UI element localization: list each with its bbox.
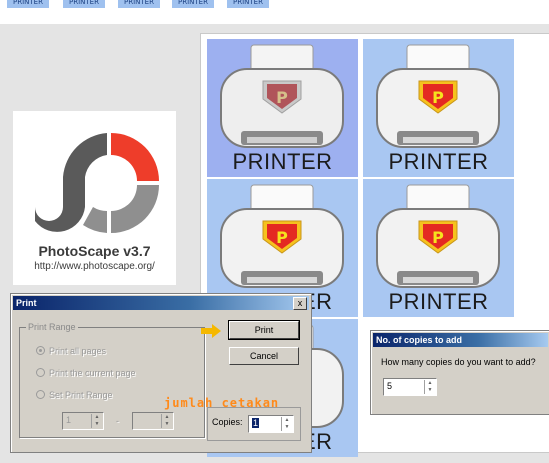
range-separator: - xyxy=(116,416,119,426)
arrow-right-icon xyxy=(201,324,221,338)
copies-label: Copies: xyxy=(212,417,243,427)
thumbnail[interactable]: PRINTER xyxy=(118,0,160,8)
copies-stepper[interactable]: 1 ▲ ▼ xyxy=(248,415,294,433)
tile-label: PRINTER xyxy=(232,149,333,174)
cancel-button[interactable]: Cancel xyxy=(229,347,299,365)
photoscape-logo-icon xyxy=(35,133,159,233)
copies-group: Copies: 1 ▲ ▼ xyxy=(207,407,301,441)
print-range-group: Print Range Print all pages Print the cu… xyxy=(19,322,205,438)
svg-text:P: P xyxy=(432,228,444,247)
spin-arrows-icon[interactable]: ▲ ▼ xyxy=(91,414,102,428)
tile-label: PRINTER xyxy=(388,289,489,314)
svg-text:P: P xyxy=(276,228,288,247)
copies-dialog-titlebar: No. of copies to add xyxy=(373,333,548,347)
print-range-label: Print Range xyxy=(26,322,78,332)
radio-dot xyxy=(36,368,45,377)
radio-print-all[interactable]: Print all pages xyxy=(36,346,106,356)
copies-dialog-title: No. of copies to add xyxy=(376,335,463,345)
radio-set-range[interactable]: Set Print Range xyxy=(36,390,113,400)
close-button[interactable]: x xyxy=(293,297,307,310)
tile-label: PRINTER xyxy=(388,149,489,174)
app-name: PhotoScape v3.7 xyxy=(38,243,151,259)
annotation-label: jumlah cetakan xyxy=(164,396,280,410)
print-dialog: Print x Print Range Print all pages Prin… xyxy=(10,293,312,453)
printer-tile[interactable]: P PRINTER xyxy=(363,39,514,177)
app-url: http://www.photoscape.org/ xyxy=(34,261,155,272)
range-from-stepper[interactable]: 1 ▲ ▼ xyxy=(62,412,104,430)
spin-arrows-icon[interactable]: ▲ ▼ xyxy=(161,414,172,428)
range-to-stepper[interactable]: ▲ ▼ xyxy=(132,412,174,430)
print-button[interactable]: Print xyxy=(228,320,300,340)
radio-print-current[interactable]: Print the current page xyxy=(36,368,136,378)
photoscape-logo: PhotoScape v3.7 http://www.photoscape.or… xyxy=(13,111,176,285)
svg-text:P: P xyxy=(432,88,444,107)
spin-arrows-icon[interactable]: ▲ ▼ xyxy=(281,417,292,431)
copies-question: How many copies do you want to add? xyxy=(381,357,536,367)
print-dialog-title: Print xyxy=(16,298,37,308)
thumbnail[interactable]: PRINTER xyxy=(172,0,214,8)
copies-add-stepper[interactable]: 5 ▲ ▼ xyxy=(383,378,437,396)
radio-dot xyxy=(36,390,45,399)
spin-arrows-icon[interactable]: ▲ ▼ xyxy=(424,380,435,394)
svg-text:P: P xyxy=(276,88,288,107)
thumbnail[interactable]: PRINTER xyxy=(7,0,49,8)
thumbnail[interactable]: PRINTER xyxy=(227,0,269,8)
radio-dot xyxy=(36,346,45,355)
thumbnail-strip: PRINTER PRINTER PRINTER PRINTER PRINTER xyxy=(0,0,549,25)
printer-tile[interactable]: P PRINTER xyxy=(363,179,514,317)
copies-dialog: No. of copies to add How many copies do … xyxy=(370,330,549,415)
thumbnail[interactable]: PRINTER xyxy=(63,0,105,8)
printer-tile[interactable]: P PRINTER xyxy=(207,39,358,177)
print-dialog-titlebar: Print x xyxy=(13,296,309,310)
